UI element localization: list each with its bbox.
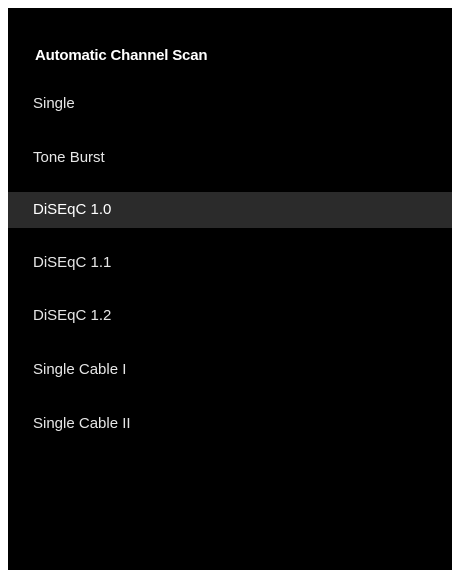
menu-item-single-cable-1[interactable]: Single Cable I (8, 352, 452, 388)
menu-item-single-cable-2[interactable]: Single Cable II (8, 406, 452, 442)
scan-type-list: Single Tone Burst DiSEqC 1.0 DiSEqC 1.1 … (8, 8, 452, 570)
menu-item-diseqc-1-2[interactable]: DiSEqC 1.2 (8, 298, 452, 334)
menu-item-single[interactable]: Single (8, 86, 452, 122)
menu-item-tone-burst[interactable]: Tone Burst (8, 140, 452, 176)
menu-item-diseqc-1-1[interactable]: DiSEqC 1.1 (8, 245, 452, 281)
menu-item-diseqc-1-0[interactable]: DiSEqC 1.0 (8, 192, 452, 228)
tv-menu-screen: Automatic Channel Scan Single Tone Burst… (8, 8, 452, 570)
